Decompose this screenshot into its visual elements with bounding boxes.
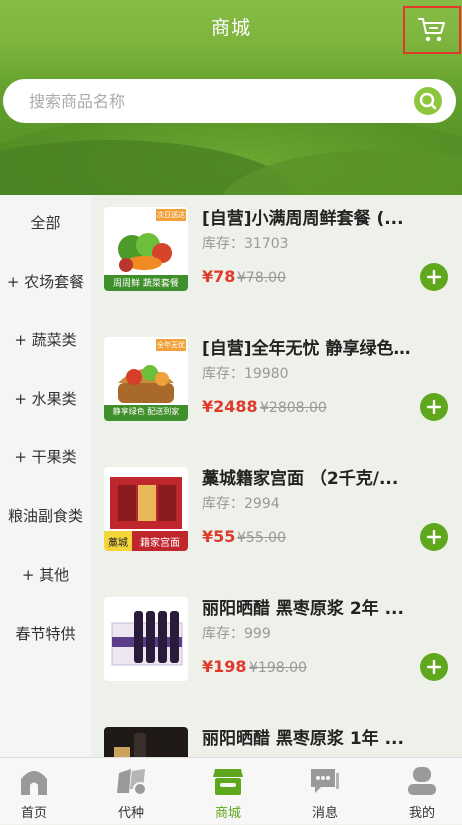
home-icon [21, 771, 47, 795]
tab-label: 我的 [408, 806, 435, 821]
search-input[interactable] [27, 79, 407, 123]
search-icon [419, 92, 437, 110]
product-image-tag: 全年无忧 [157, 341, 185, 349]
product-original-price: ¥2808.00 [260, 400, 327, 416]
bottom-tab-bar: 首页 代种 商城 消息 我的 [0, 757, 462, 824]
plant-icon [117, 769, 147, 796]
tab-shop[interactable]: 商城 [182, 758, 274, 825]
cart-icon [418, 18, 445, 42]
product-image: 藁城 籍家宫面 [104, 467, 188, 551]
product-image: 周周鲜 蔬菜套餐 次日送达 [104, 207, 188, 291]
category-dried-fruits[interactable]: + 干果类 [0, 446, 91, 467]
product-name[interactable]: 藁城籍家宫面 （2千克/... [202, 464, 412, 489]
product-price: ¥2488 [202, 397, 258, 416]
product-image-banner: 周周鲜 蔬菜套餐 [113, 279, 179, 289]
product-item[interactable]: 藁城 籍家宫面 藁城籍家宫面 （2千克/... 库存：2994 ¥55 ¥55.… [91, 455, 462, 585]
product-image-banner: 静享绿色 配送到家 [112, 407, 180, 416]
tab-label: 消息 [311, 806, 338, 821]
product-stock: 库存：999 [202, 626, 271, 642]
tab-profile[interactable]: 我的 [376, 758, 462, 825]
product-image-banner: 藁城 [108, 538, 128, 549]
tab-label: 首页 [20, 806, 47, 821]
profile-icon [408, 767, 436, 795]
category-farm-package[interactable]: + 农场套餐 [0, 271, 91, 292]
add-to-cart-button[interactable] [420, 523, 448, 551]
product-original-price: ¥78.00 [237, 270, 286, 286]
product-name[interactable]: [自营]全年无忧 静享绿色... [202, 334, 412, 359]
tab-home[interactable]: 首页 [0, 758, 80, 825]
product-item[interactable]: 丽阳晒醋 黑枣原浆 2年 ... 库存：999 ¥198 ¥198.00 [91, 585, 462, 715]
product-item[interactable]: 静享绿色 配送到家 全年无忧 [自营]全年无忧 静享绿色... 库存：19980… [91, 325, 462, 455]
product-image: 静享绿色 配送到家 全年无忧 [104, 337, 188, 421]
product-original-price: ¥55.00 [237, 530, 286, 546]
cart-button[interactable] [403, 6, 461, 54]
add-to-cart-button[interactable] [420, 393, 448, 421]
add-to-cart-button[interactable] [420, 263, 448, 291]
add-to-cart-button[interactable] [420, 653, 448, 681]
product-stock: 库存：19980 [202, 366, 289, 382]
product-price: ¥78 [202, 267, 236, 286]
category-sidebar: 全部 + 农场套餐 + 蔬菜类 + 水果类 + 干果类 粮油副食类 + 其他 春… [0, 195, 91, 757]
product-item[interactable]: 周周鲜 蔬菜套餐 次日送达 [自营]小满周周鲜套餐 (... 库存：31703 … [91, 195, 462, 325]
product-original-price: ¥198.00 [249, 660, 307, 676]
category-all[interactable]: 全部 [0, 212, 91, 233]
header-banner: 商城 [0, 0, 462, 195]
category-fruits[interactable]: + 水果类 [0, 388, 91, 409]
product-list: 周周鲜 蔬菜套餐 次日送达 [自营]小满周周鲜套餐 (... 库存：31703 … [91, 195, 462, 757]
plus-icon [427, 270, 441, 284]
product-image-banner: 籍家宫面 [140, 538, 180, 549]
product-image-tag: 次日送达 [157, 211, 185, 219]
product-name[interactable]: 丽阳晒醋 黑枣原浆 2年 ... [202, 594, 412, 619]
product-image [104, 597, 188, 681]
page-title: 商城 [210, 17, 251, 39]
category-spring-festival[interactable]: 春节特供 [0, 623, 91, 644]
category-grain-oil[interactable]: 粮油副食类 [0, 505, 91, 526]
product-price: ¥198 [202, 657, 247, 676]
product-stock: 库存：2994 [202, 496, 280, 512]
tab-planting[interactable]: 代种 [85, 758, 177, 825]
product-image [104, 727, 188, 757]
category-vegetables[interactable]: + 蔬菜类 [0, 329, 91, 350]
plus-icon [427, 660, 441, 674]
search-bar [3, 79, 456, 123]
category-other[interactable]: + 其他 [0, 564, 91, 585]
product-stock: 库存：31703 [202, 236, 289, 252]
plus-icon [427, 530, 441, 544]
product-name[interactable]: 丽阳晒醋 黑枣原浆 1年 ... [202, 724, 412, 749]
tab-label: 代种 [117, 806, 144, 821]
tab-label: 商城 [214, 806, 241, 821]
product-name[interactable]: [自营]小满周周鲜套餐 (... [202, 204, 412, 229]
search-button[interactable] [414, 87, 442, 115]
plus-icon [427, 400, 441, 414]
message-icon [311, 769, 339, 793]
tab-messages[interactable]: 消息 [279, 758, 371, 825]
product-price: ¥55 [202, 527, 236, 546]
product-item[interactable]: 丽阳晒醋 黑枣原浆 1年 ... [91, 715, 462, 757]
shop-icon [213, 769, 243, 795]
